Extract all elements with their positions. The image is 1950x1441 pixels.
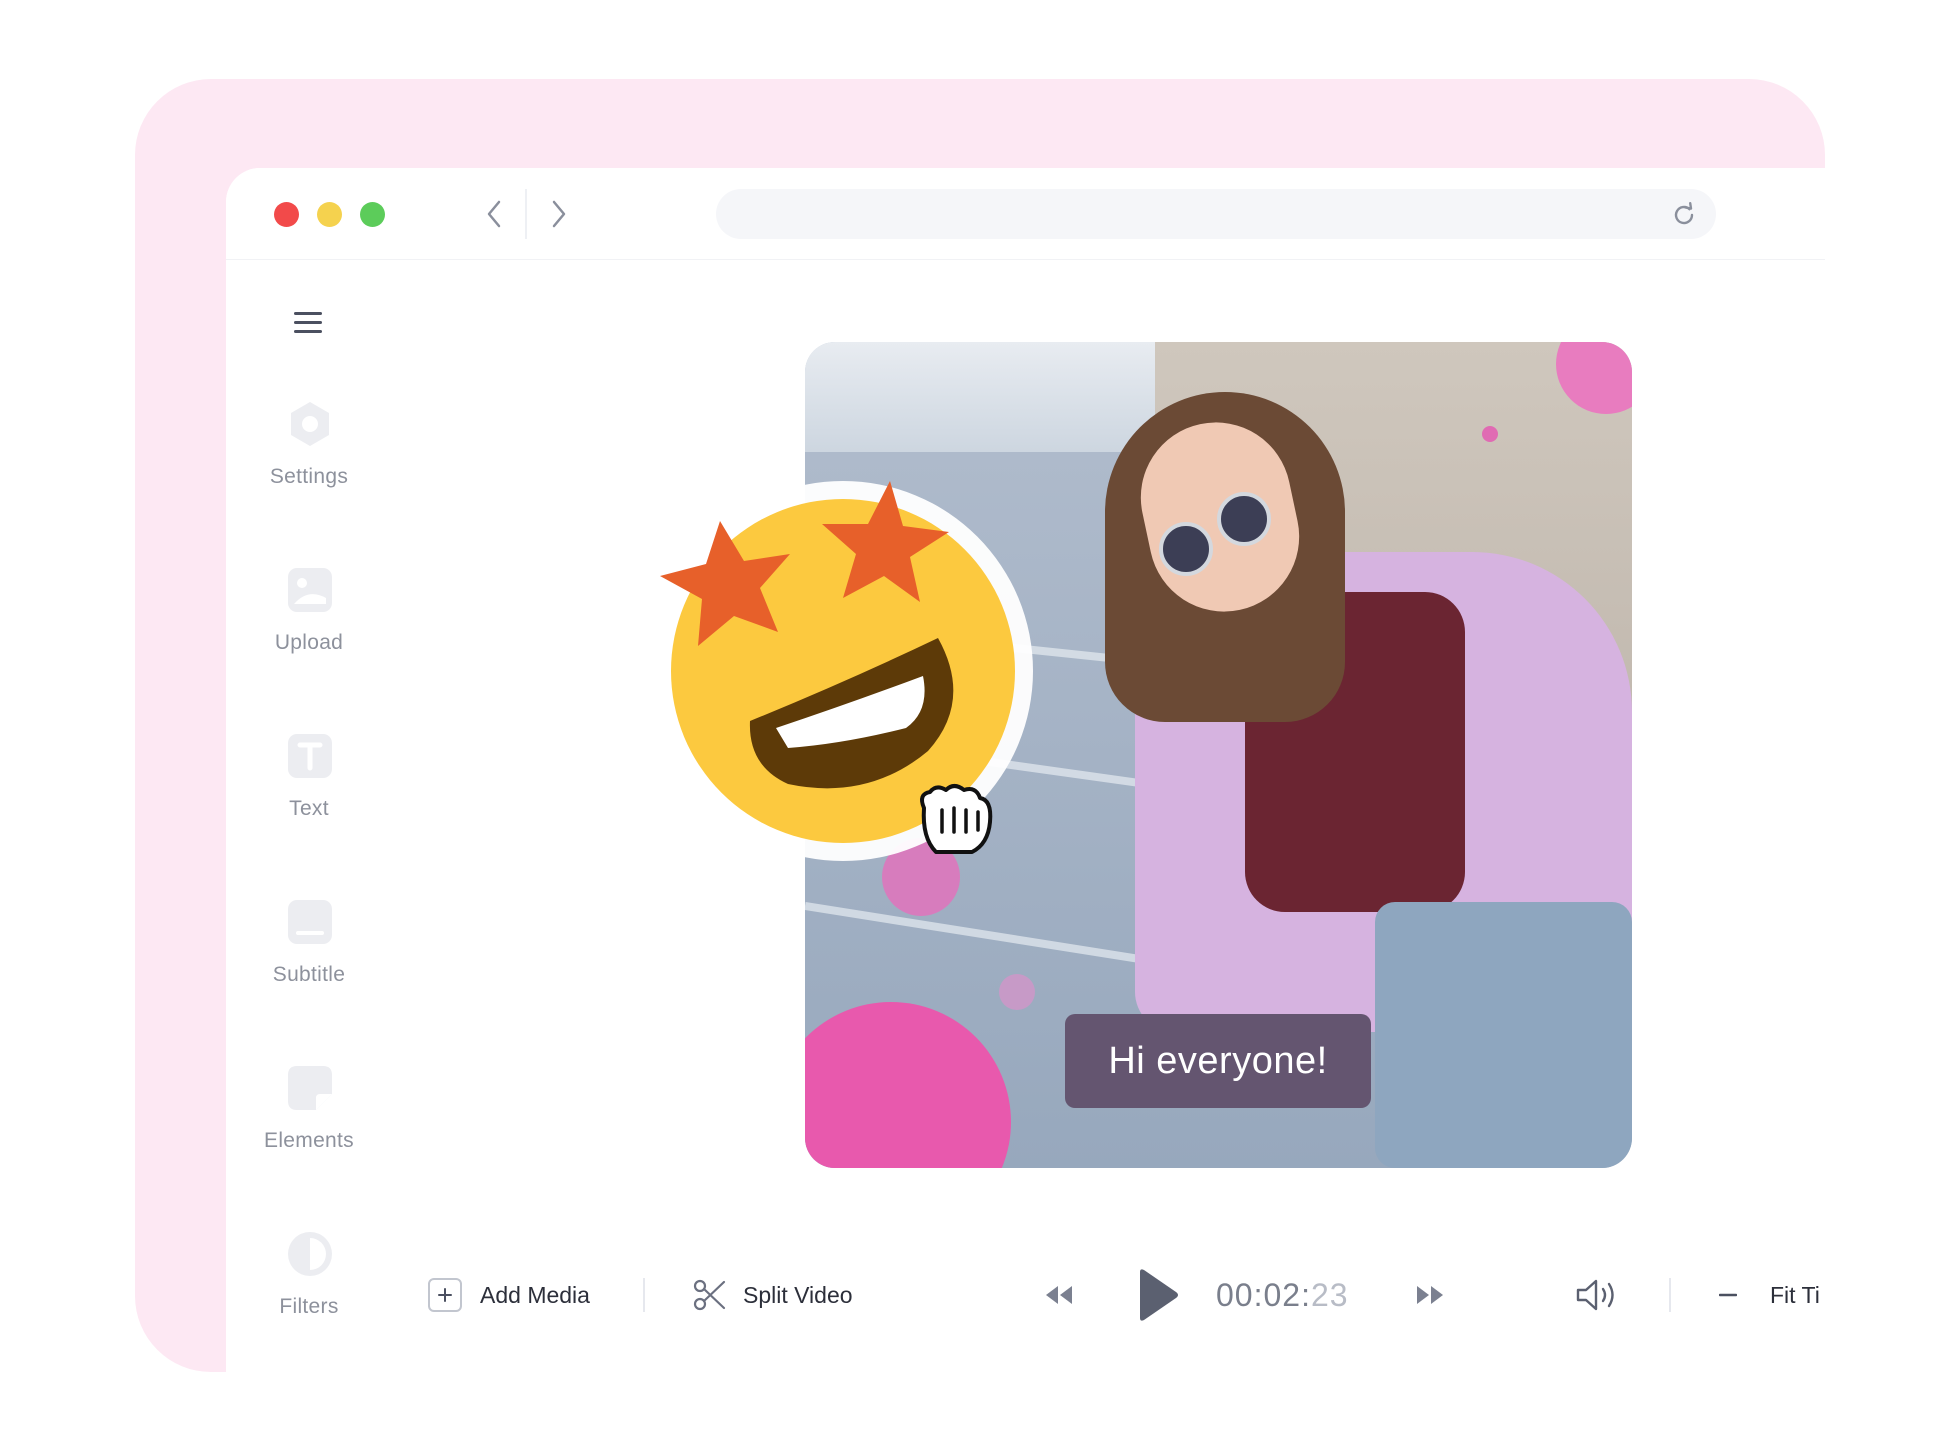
reload-icon[interactable]	[1670, 201, 1698, 229]
close-window-button[interactable]	[274, 202, 299, 227]
split-video-button[interactable]: Split Video	[693, 1240, 853, 1350]
add-media-button[interactable]: Add Media	[428, 1240, 590, 1350]
plus-icon	[428, 1278, 462, 1312]
sidebar-item-settings[interactable]: Settings	[226, 400, 392, 540]
contrast-icon	[288, 1232, 332, 1276]
hamburger-menu-icon[interactable]	[294, 312, 322, 334]
caption-overlay[interactable]: Hi everyone!	[1065, 1014, 1371, 1108]
minus-icon	[1719, 1293, 1737, 1297]
toolbar-divider	[643, 1278, 645, 1312]
toolbar-divider	[1669, 1278, 1671, 1312]
fast-forward-icon	[1417, 1286, 1443, 1304]
speaker-icon	[1576, 1279, 1614, 1311]
sidebar-item-text[interactable]: Text	[226, 732, 392, 872]
add-media-label: Add Media	[480, 1281, 590, 1308]
minimize-window-button[interactable]	[317, 202, 342, 227]
play-icon	[1140, 1269, 1178, 1321]
fit-timeline-label: Fit Ti	[1770, 1281, 1820, 1308]
image-icon	[288, 568, 332, 612]
text-icon	[288, 734, 332, 778]
sidebar-item-label: Settings	[269, 465, 349, 488]
decor-bubble	[1482, 426, 1498, 442]
sidebar-item-label: Upload	[274, 631, 344, 654]
photo-person-jeans	[1375, 902, 1632, 1168]
photo-sky	[805, 342, 1155, 452]
forward-button[interactable]	[539, 192, 579, 236]
fast-forward-button[interactable]	[1415, 1240, 1445, 1350]
sidebar-item-label: Text	[289, 797, 329, 820]
decor-bubble	[999, 974, 1035, 1010]
sidebar-item-filters[interactable]: Filters	[226, 1230, 392, 1370]
subtitle-icon	[288, 900, 332, 944]
sidebar-item-label: Filters	[279, 1295, 339, 1318]
sunglasses-right	[1217, 492, 1271, 546]
sidebar-item-label: Elements	[264, 1129, 354, 1152]
app-window: Settings Upload Text Subtitle Elements F…	[226, 168, 1825, 1372]
rewind-button[interactable]	[1044, 1240, 1074, 1350]
sidebar-item-label: Subtitle	[272, 963, 346, 986]
time-frames: 23	[1310, 1276, 1349, 1313]
split-video-label: Split Video	[743, 1281, 853, 1308]
scissors-icon	[693, 1279, 726, 1311]
back-button[interactable]	[474, 192, 514, 236]
playback-time: 00:02:23	[1216, 1240, 1349, 1350]
browser-titlebar	[226, 168, 1825, 260]
sidebar-item-subtitle[interactable]: Subtitle	[226, 898, 392, 1038]
sidebar-item-elements[interactable]: Elements	[226, 1064, 392, 1204]
star-struck-emoji-sticker[interactable]	[638, 466, 1048, 876]
chevron-right-icon	[552, 200, 566, 228]
rewind-icon	[1046, 1286, 1072, 1304]
chevron-left-icon	[487, 200, 501, 228]
time-main: 00:02:	[1216, 1276, 1311, 1313]
play-button[interactable]	[1134, 1240, 1180, 1350]
gear-icon	[291, 402, 329, 446]
nav-divider	[525, 189, 527, 239]
zoom-out-button[interactable]	[1719, 1240, 1737, 1350]
fit-timeline-button[interactable]: Fit Ti	[1770, 1240, 1825, 1350]
volume-button[interactable]	[1575, 1240, 1621, 1350]
zoom-window-button[interactable]	[360, 202, 385, 227]
address-bar[interactable]	[716, 189, 1716, 239]
grab-hand-cursor-icon	[920, 784, 993, 854]
sticker-icon	[288, 1066, 332, 1110]
sidebar: Settings Upload Text Subtitle Elements F…	[226, 259, 392, 1372]
sunglasses-left	[1159, 522, 1213, 576]
editor-toolbar: Add Media Split Video 00:02:23 Fit Ti	[392, 1240, 1825, 1350]
sidebar-item-upload[interactable]: Upload	[226, 566, 392, 706]
